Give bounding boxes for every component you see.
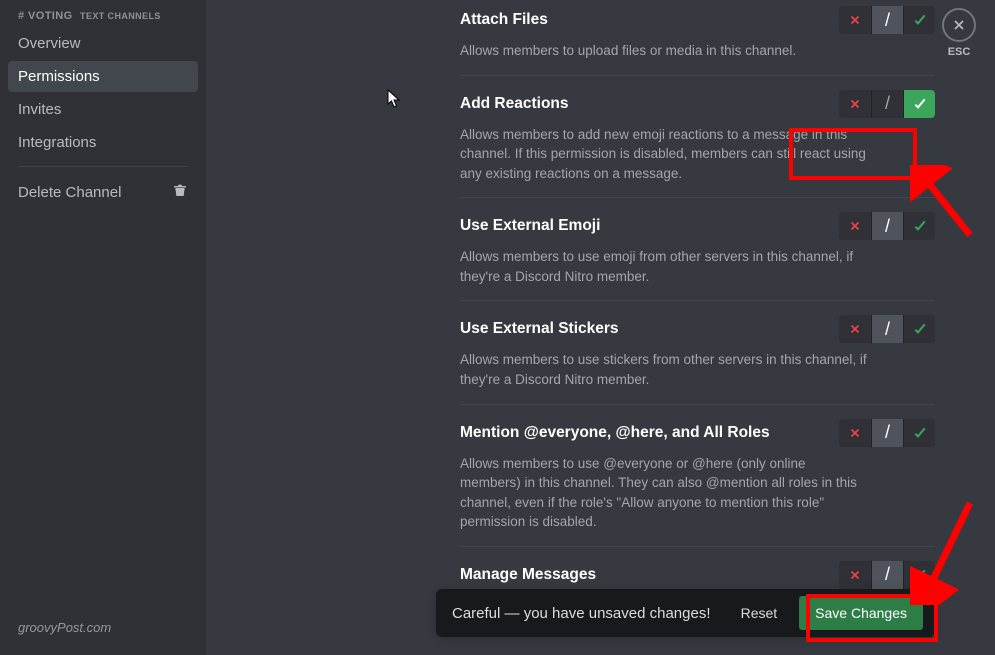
mouse-cursor-icon [387, 89, 403, 109]
unsaved-message: Careful — you have unsaved changes! [452, 605, 719, 622]
permission-title: Add Reactions [460, 95, 569, 113]
permission-allow-button[interactable] [903, 6, 935, 34]
permission-row: Use External Emoji / Allows members to use… [460, 198, 935, 301]
permission-neutral-button[interactable]: / [871, 6, 903, 34]
permission-tristate-toggle[interactable]: / [839, 315, 935, 343]
permission-deny-button[interactable] [839, 90, 871, 118]
permission-title: Mention @everyone, @here, and All Roles [460, 424, 770, 442]
slash-icon: / [885, 319, 890, 340]
annotation-arrow-icon [910, 165, 980, 245]
permission-description: Allows members to add new emoji reaction… [460, 125, 870, 184]
permission-scroll-region[interactable]: Attach Files / Allows members to upload fi… [206, 0, 995, 655]
sidebar-item-invites[interactable]: Invites [8, 94, 198, 125]
reset-button[interactable]: Reset [731, 601, 788, 625]
permission-row: Use External Stickers / Allows members to … [460, 301, 935, 404]
permission-title: Manage Messages [460, 566, 596, 584]
permission-title: Use External Emoji [460, 217, 600, 235]
sidebar-separator [18, 166, 188, 167]
permission-allow-button[interactable] [903, 315, 935, 343]
sidebar-heading: # VOTING TEXT CHANNELS [8, 0, 198, 28]
sidebar-item-label: Integrations [18, 134, 96, 151]
permission-tristate-toggle[interactable]: / [839, 6, 935, 34]
sidebar-item-label: Permissions [18, 68, 100, 85]
permission-row: Mention @everyone, @here, and All Roles /… [460, 405, 935, 547]
permission-description: Allows members to upload files or media … [460, 41, 870, 61]
permission-allow-button[interactable] [903, 90, 935, 118]
channel-name: VOTING [28, 10, 73, 22]
sidebar-item-permissions[interactable]: Permissions [8, 61, 198, 92]
delete-channel-button[interactable]: Delete Channel [8, 175, 198, 209]
sidebar-item-label: Invites [18, 101, 61, 118]
save-changes-button[interactable]: Save Changes [799, 596, 923, 630]
permission-neutral-button[interactable]: / [871, 212, 903, 240]
permission-title: Use External Stickers [460, 320, 619, 338]
permission-title: Attach Files [460, 11, 548, 29]
permission-description: Allows members to use emoji from other s… [460, 247, 870, 286]
unsaved-changes-bar: Careful — you have unsaved changes! Rese… [436, 589, 935, 637]
permission-row: Add Reactions / Allows members to add new … [460, 76, 935, 199]
sidebar-item-label: Overview [18, 35, 81, 52]
permission-neutral-button[interactable]: / [871, 90, 903, 118]
watermark: groovyPost.com [18, 620, 111, 635]
permission-deny-button[interactable] [839, 561, 871, 589]
permission-tristate-toggle[interactable]: / [839, 90, 935, 118]
close-settings-button[interactable]: ESC [941, 8, 977, 58]
permission-row: Attach Files / Allows members to upload fi… [460, 0, 935, 76]
annotation-arrow-icon [910, 495, 980, 605]
permission-neutral-button[interactable]: / [871, 561, 903, 589]
permission-neutral-button[interactable]: / [871, 419, 903, 447]
permission-deny-button[interactable] [839, 6, 871, 34]
permission-deny-button[interactable] [839, 419, 871, 447]
permission-deny-button[interactable] [839, 315, 871, 343]
permission-tristate-toggle[interactable]: / [839, 419, 935, 447]
permission-description: Allows members to use stickers from othe… [460, 350, 870, 389]
channel-hash-icon: # [18, 10, 25, 22]
slash-icon: / [885, 93, 890, 114]
settings-sidebar: # VOTING TEXT CHANNELS Overview Permissio… [0, 0, 206, 655]
slash-icon: / [885, 216, 890, 237]
channel-type: TEXT CHANNELS [80, 11, 161, 21]
trash-icon [172, 182, 188, 202]
slash-icon: / [885, 422, 890, 443]
slash-icon: / [885, 564, 890, 585]
delete-channel-label: Delete Channel [18, 184, 121, 201]
permission-neutral-button[interactable]: / [871, 315, 903, 343]
main-panel: ESC Attach Files / Allows members to uploa… [206, 0, 995, 655]
sidebar-item-overview[interactable]: Overview [8, 28, 198, 59]
permission-deny-button[interactable] [839, 212, 871, 240]
slash-icon: / [885, 10, 890, 31]
close-icon [942, 8, 976, 42]
permission-allow-button[interactable] [903, 419, 935, 447]
sidebar-item-integrations[interactable]: Integrations [8, 127, 198, 158]
permission-description: Allows members to use @everyone or @here… [460, 454, 870, 532]
esc-label: ESC [941, 46, 977, 58]
